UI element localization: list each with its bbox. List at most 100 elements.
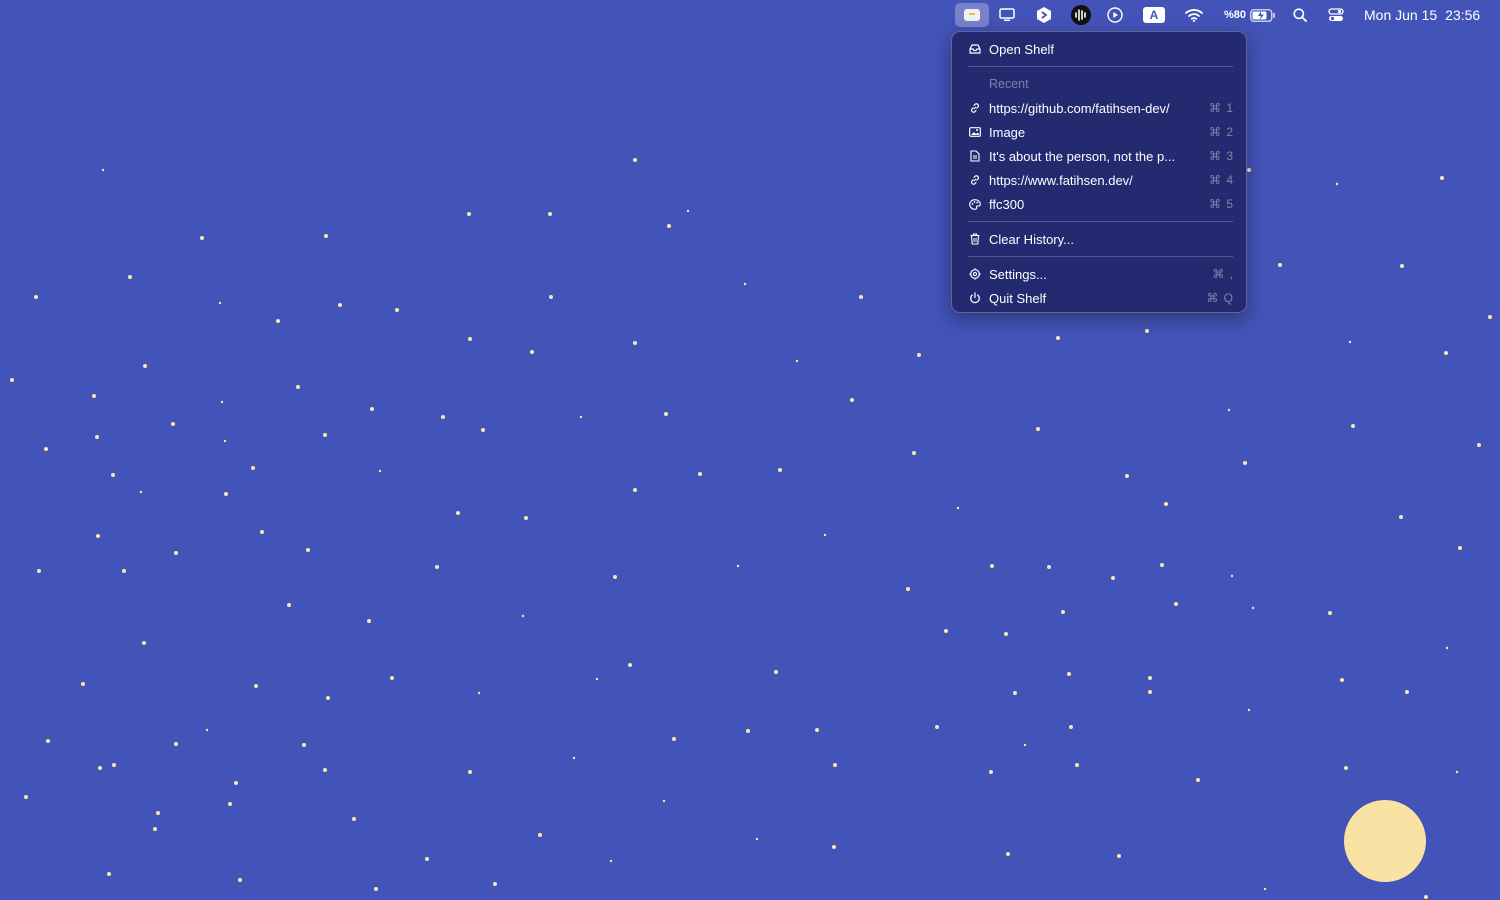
star — [24, 795, 28, 799]
star — [1075, 763, 1079, 767]
star — [223, 439, 227, 443]
star — [1067, 672, 1071, 676]
star — [1056, 336, 1060, 340]
play-circle-icon[interactable] — [1104, 0, 1126, 30]
star — [1047, 565, 1051, 569]
star — [859, 295, 863, 299]
star — [530, 350, 534, 354]
star — [435, 565, 439, 569]
star — [778, 468, 782, 472]
star — [1069, 725, 1073, 729]
star — [107, 872, 111, 876]
star — [1160, 563, 1164, 567]
tray-icon — [968, 42, 982, 56]
star — [1399, 515, 1403, 519]
star — [1145, 329, 1149, 333]
star — [338, 303, 342, 307]
control-center-icon[interactable] — [1326, 0, 1346, 30]
clear-history-item[interactable]: Clear History... — [960, 228, 1238, 250]
star — [633, 488, 637, 492]
star — [456, 511, 460, 515]
star — [1125, 474, 1129, 478]
star — [1148, 676, 1152, 680]
star — [1477, 443, 1481, 447]
recent-item-5[interactable]: ffc300 ⌘ 5 — [960, 193, 1238, 215]
separator — [968, 221, 1233, 222]
star — [220, 400, 224, 404]
star — [46, 739, 50, 743]
star — [1263, 887, 1267, 891]
display-icon[interactable] — [996, 0, 1018, 30]
recent-header: Recent — [989, 77, 1029, 91]
audio-waveform-icon[interactable] — [1070, 0, 1092, 30]
quit-item[interactable]: Quit Shelf ⌘ Q — [960, 287, 1238, 309]
star — [153, 827, 157, 831]
recent-item-3[interactable]: It's about the person, not the p... ⌘ 3 — [960, 145, 1238, 167]
arc-icon[interactable] — [1033, 0, 1055, 30]
menu-bar: A %80 Mon Jun 15 23:56 — [0, 0, 1500, 30]
star — [912, 451, 916, 455]
star — [579, 415, 583, 419]
star — [549, 295, 553, 299]
star — [367, 619, 371, 623]
star — [795, 359, 799, 363]
star — [101, 168, 105, 172]
star — [92, 394, 96, 398]
star — [538, 833, 542, 837]
recent-item-1[interactable]: https://github.com/fatihsen-dev/ ⌘ 1 — [960, 97, 1238, 119]
battery-status[interactable]: %80 — [1219, 0, 1281, 30]
recent-item-label: https://github.com/fatihsen-dev/ — [989, 100, 1170, 116]
star — [205, 728, 209, 732]
open-shelf-item[interactable]: Open Shelf — [960, 38, 1238, 60]
clock[interactable]: Mon Jun 15 23:56 — [1364, 0, 1486, 30]
star — [609, 859, 613, 863]
wifi-icon[interactable] — [1183, 0, 1205, 30]
star — [944, 629, 948, 633]
battery-percent: %80 — [1223, 9, 1247, 21]
settings-item[interactable]: Settings... ⌘ , — [960, 263, 1238, 285]
star — [521, 614, 525, 618]
shelf-dropdown-menu: Open Shelf Recent https://github.com/fat… — [951, 31, 1247, 313]
star — [1488, 315, 1492, 319]
star — [628, 663, 632, 667]
recent-item-label: It's about the person, not the p... — [989, 148, 1176, 164]
star — [956, 506, 960, 510]
star — [1400, 264, 1404, 268]
star — [96, 534, 100, 538]
palette-icon — [968, 197, 982, 211]
star — [633, 341, 637, 345]
star — [1247, 708, 1251, 712]
moon — [1344, 800, 1426, 882]
star — [667, 224, 671, 228]
star — [662, 799, 666, 803]
search-icon[interactable] — [1290, 0, 1310, 30]
recent-item-label: Image — [989, 124, 1026, 140]
star — [746, 729, 750, 733]
star — [1013, 691, 1017, 695]
recent-item-4[interactable]: https://www.fatihsen.dev/ ⌘ 4 — [960, 169, 1238, 191]
star — [95, 435, 99, 439]
star — [850, 398, 854, 402]
star — [260, 530, 264, 534]
star — [323, 433, 327, 437]
clear-history-label: Clear History... — [989, 231, 1074, 247]
star — [324, 234, 328, 238]
star — [174, 551, 178, 555]
quit-shortcut: ⌘ Q — [1206, 291, 1234, 305]
star — [425, 857, 429, 861]
quit-label: Quit Shelf — [989, 290, 1047, 306]
input-source-icon[interactable]: A — [1142, 0, 1166, 30]
star — [224, 492, 228, 496]
star — [1247, 168, 1251, 172]
star — [524, 516, 528, 520]
recent-item-shortcut: ⌘ 5 — [1208, 197, 1234, 211]
star — [1440, 176, 1444, 180]
star — [441, 415, 445, 419]
shelf-app-icon[interactable] — [955, 3, 989, 27]
star — [352, 817, 356, 821]
battery-icon — [1250, 8, 1276, 22]
star — [1148, 690, 1152, 694]
star — [254, 684, 258, 688]
recent-item-2[interactable]: Image ⌘ 2 — [960, 121, 1238, 143]
star — [613, 575, 617, 579]
